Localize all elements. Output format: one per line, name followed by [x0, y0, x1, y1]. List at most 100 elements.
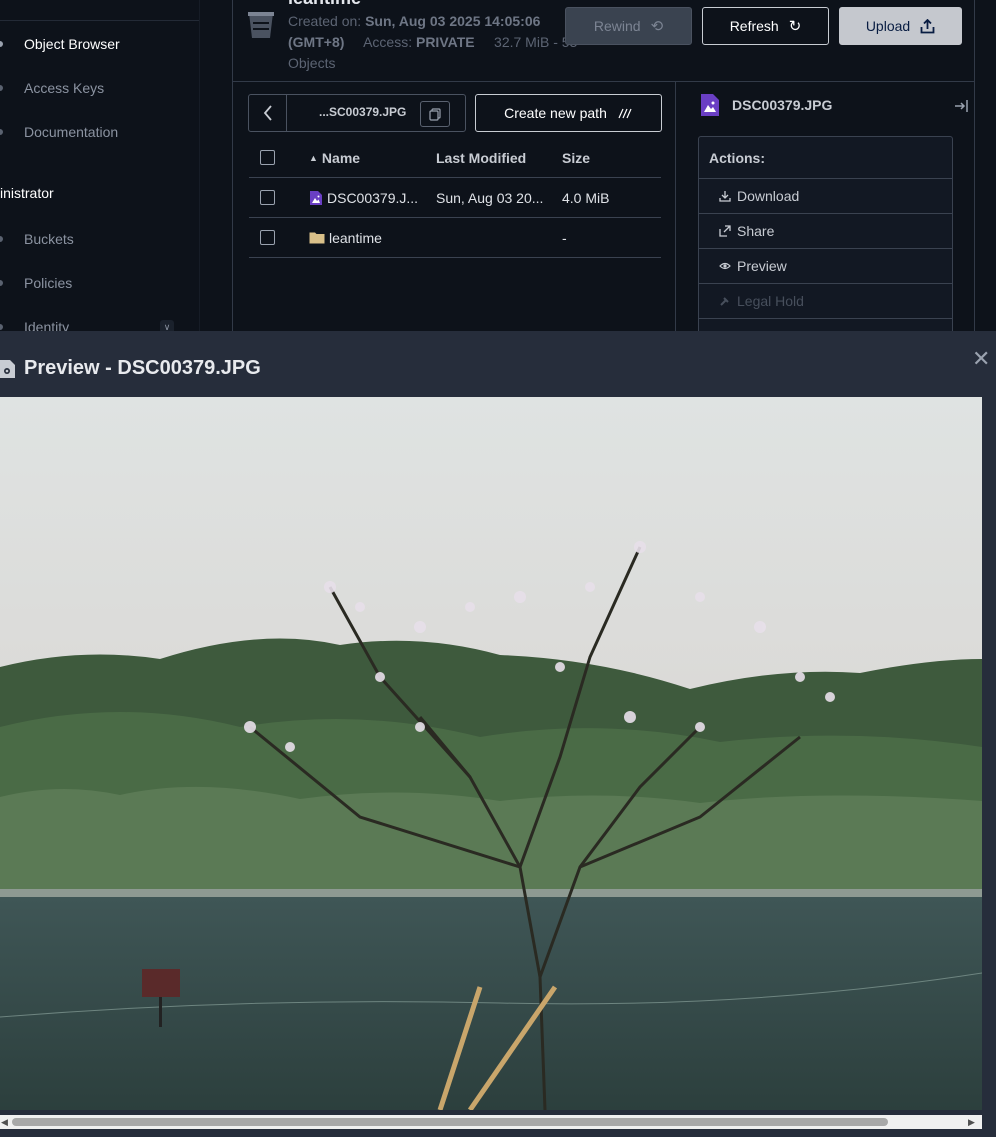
refresh-icon: ↻: [788, 18, 802, 35]
sidebar-section-administrator: inistrator: [0, 185, 54, 201]
sidebar-divider: [0, 20, 199, 21]
chevron-down-icon[interactable]: ∨: [160, 320, 174, 331]
created-label: Created on:: [288, 13, 362, 29]
bucket-name: leantime: [288, 0, 361, 9]
upload-button[interactable]: Upload: [839, 7, 962, 45]
preview-action-label: Preview: [737, 258, 787, 274]
sidebar-item-label: Buckets: [24, 231, 74, 247]
sidebar-item-label: Object Browser: [24, 36, 120, 52]
sidebar-item-identity[interactable]: Identity ∨: [0, 315, 199, 331]
scrollbar-thumb[interactable]: [12, 1118, 888, 1126]
sidebar-item-label: Documentation: [24, 124, 119, 140]
scroll-left-icon[interactable]: ◀: [1, 1117, 8, 1128]
eye-icon: [719, 262, 731, 270]
nav-dot-icon: [0, 129, 3, 135]
object-size: 4.0 MiB: [562, 189, 610, 206]
nav-dot-icon: [0, 41, 3, 47]
sidebar-item-access-keys[interactable]: Access Keys: [0, 76, 104, 100]
bucket-header: leantime Created on: Sun, Aug 03 2025 14…: [233, 0, 974, 82]
back-button[interactable]: [249, 95, 287, 131]
image-file-icon: [310, 190, 322, 205]
bucket-meta: Created on: Sun, Aug 03 2025 14:05:06 (G…: [288, 11, 578, 74]
nav-dot-icon: [0, 236, 3, 242]
copy-path-button[interactable]: [420, 101, 450, 127]
access-label: Access:: [363, 34, 413, 50]
object-table: ▲ Name Last Modified Size DSC00379.J... …: [249, 138, 661, 258]
column-header-last-modified[interactable]: Last Modified: [436, 150, 526, 166]
nav-dot-icon: [0, 85, 3, 91]
access-value: PRIVATE: [415, 34, 475, 50]
current-path: ...SC00379.JPG: [319, 105, 407, 119]
preview-action[interactable]: Preview: [699, 249, 952, 284]
share-action-label: Share: [737, 223, 775, 239]
create-new-path-button[interactable]: Create new path: [475, 94, 662, 132]
sidebar-item-object-browser[interactable]: Object Browser: [0, 32, 120, 56]
object-name: leantime: [329, 229, 382, 246]
upload-icon: [920, 18, 935, 33]
new-path-icon: [618, 108, 632, 119]
create-new-path-label: Create new path: [504, 105, 607, 121]
rewind-button-label: Rewind: [593, 18, 641, 34]
share-action[interactable]: Share: [699, 214, 952, 249]
detail-title: DSC00379.JPG: [700, 93, 832, 117]
object-size: -: [562, 229, 567, 246]
bucket-size: 32.7 MiB: [494, 34, 550, 50]
object-name-cell: leantime: [309, 230, 382, 246]
bucket-icon: [248, 12, 274, 38]
sidebar-item-documentation[interactable]: Documentation: [0, 120, 118, 144]
column-header-name-label: Name: [321, 149, 361, 166]
nav-dot-icon: [0, 324, 3, 330]
table-row[interactable]: DSC00379.J... Sun, Aug 03 20... 4.0 MiB: [249, 178, 661, 218]
actions-heading: Actions:: [699, 137, 952, 179]
select-all-checkbox[interactable]: [260, 150, 275, 165]
sidebar-item-label: Identity: [24, 319, 70, 331]
table-header-row: ▲ Name Last Modified Size: [249, 138, 661, 178]
scroll-right-icon[interactable]: ▶: [968, 1117, 975, 1128]
download-icon: [719, 191, 731, 202]
preview-modal: Preview - DSC00379.JPG ✕ ◀ ▶: [0, 331, 996, 1137]
download-action-label: Download: [737, 188, 800, 204]
refresh-button-label: Refresh: [729, 18, 779, 34]
row-checkbox[interactable]: [260, 230, 275, 245]
refresh-button[interactable]: Refresh ↻: [702, 7, 829, 45]
nav-dot-icon: [0, 280, 3, 286]
landscape-photo: [0, 397, 982, 1110]
object-name-cell: DSC00379.J...: [309, 190, 418, 206]
sort-asc-icon: ▲: [309, 152, 318, 163]
collapse-panel-icon[interactable]: [954, 99, 968, 113]
upload-button-label: Upload: [865, 18, 911, 34]
object-detail-panel: DSC00379.JPG Actions: Download Share Pre…: [675, 82, 975, 336]
history-icon: ⟲: [650, 18, 664, 35]
legal-hold-action-label: Legal Hold: [737, 293, 804, 309]
path-bar: ...SC00379.JPG: [248, 94, 466, 132]
sidebar: Object Browser Access Keys Documentation…: [0, 0, 200, 331]
column-header-name[interactable]: ▲ Name: [309, 150, 360, 166]
sidebar-item-label: Policies: [24, 275, 73, 291]
chevron-left-icon: [263, 105, 272, 121]
folder-icon: [309, 232, 325, 244]
share-icon: [719, 225, 731, 237]
sidebar-item-buckets[interactable]: Buckets: [0, 227, 74, 251]
actions-box: Actions: Download Share Preview Legal Ho…: [698, 136, 953, 336]
table-row[interactable]: leantime -: [249, 218, 661, 258]
detail-file-name: DSC00379.JPG: [732, 97, 833, 113]
preview-title-text: Preview - DSC00379.JPG: [24, 357, 261, 379]
legal-hold-action: Legal Hold: [699, 284, 952, 319]
close-icon[interactable]: ✕: [972, 348, 990, 370]
sidebar-item-label: Access Keys: [24, 80, 105, 96]
object-last-modified: Sun, Aug 03 20...: [436, 189, 544, 206]
preview-image: [0, 397, 982, 1110]
object-browser-panel: leantime Created on: Sun, Aug 03 2025 14…: [232, 0, 975, 336]
gavel-icon: [720, 297, 729, 306]
row-checkbox[interactable]: [260, 190, 275, 205]
object-name: DSC00379.J...: [327, 189, 419, 206]
preview-file-icon: [0, 359, 15, 378]
horizontal-scrollbar[interactable]: ◀ ▶: [0, 1115, 982, 1129]
image-file-icon: [701, 94, 719, 116]
preview-modal-title: Preview - DSC00379.JPG: [0, 357, 261, 380]
sidebar-item-policies[interactable]: Policies: [0, 271, 72, 295]
rewind-button[interactable]: Rewind ⟲: [565, 7, 692, 45]
column-header-size[interactable]: Size: [562, 150, 590, 166]
copy-icon: [429, 107, 441, 121]
download-action[interactable]: Download: [699, 179, 952, 214]
